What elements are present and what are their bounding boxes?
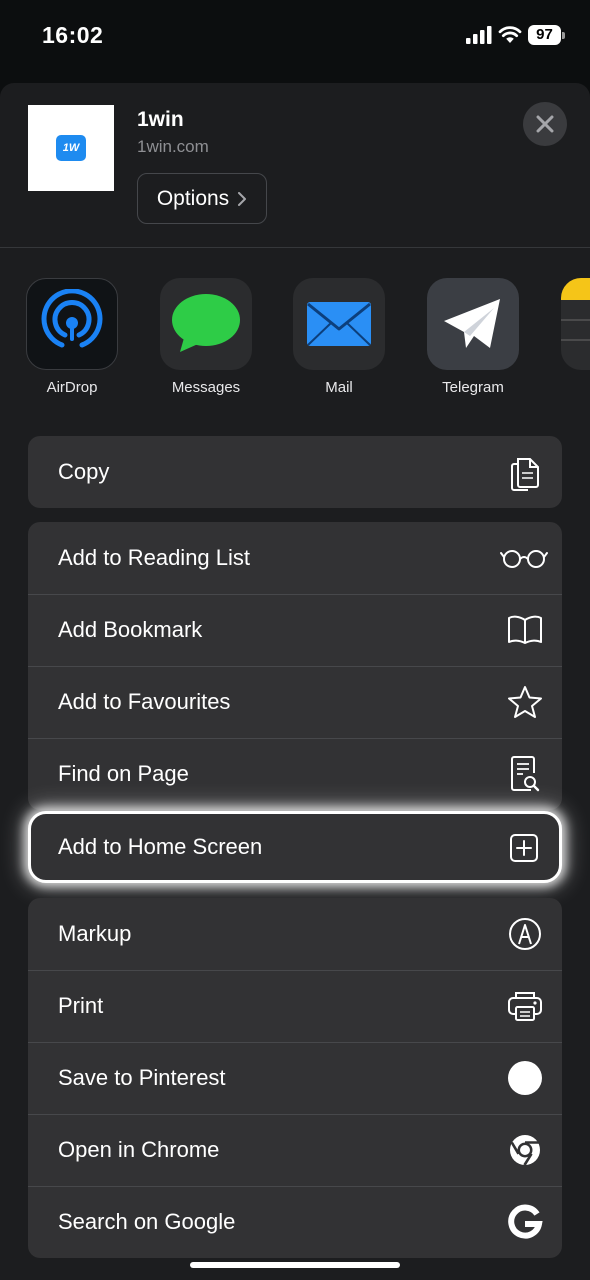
action-find-on-page[interactable]: Find on Page — [28, 738, 562, 810]
chrome-icon — [506, 1132, 544, 1168]
action-group-more: Markup Print Save to Pinterest Open in C… — [28, 898, 562, 1258]
action-label: Add to Home Screen — [58, 834, 263, 859]
star-icon — [506, 684, 544, 720]
printer-icon — [506, 988, 544, 1024]
telegram-icon — [427, 278, 519, 370]
status-bar: 16:02 97 — [0, 0, 590, 80]
plus-square-icon — [505, 830, 543, 866]
site-name: 1win — [137, 108, 184, 131]
app-label-mail: Mail — [325, 379, 353, 396]
app-messages[interactable]: Messages — [160, 278, 252, 396]
app-telegram[interactable]: Telegram — [427, 278, 519, 396]
action-label: Add Bookmark — [58, 617, 203, 642]
action-add-to-favourites[interactable]: Add to Favourites — [28, 666, 562, 738]
action-group-page: Add to Reading List Add Bookmark Add to … — [28, 522, 562, 810]
options-label: Options — [156, 186, 230, 210]
action-markup[interactable]: Markup — [28, 898, 562, 970]
action-print[interactable]: Print — [28, 970, 562, 1042]
app-label-messages: Messages — [171, 379, 241, 396]
action-copy[interactable]: Copy — [28, 436, 562, 508]
status-time: 16:02 — [42, 22, 104, 48]
copy-icon — [506, 454, 544, 491]
site-thumbnail: 1W — [28, 105, 114, 191]
site-logo: 1W — [56, 135, 86, 161]
battery-level: 97 — [528, 25, 561, 45]
find-icon — [506, 756, 544, 792]
action-save-to-pinterest[interactable]: Save to Pinterest — [28, 1042, 562, 1114]
site-url: 1win.com — [137, 137, 209, 156]
action-label: Print — [58, 993, 104, 1018]
google-icon — [506, 1204, 544, 1240]
action-label: Search on Google — [58, 1209, 236, 1234]
action-label: Find on Page — [58, 761, 189, 786]
action-label: Save to Pinterest — [58, 1065, 226, 1090]
app-label-notes: N — [561, 379, 590, 396]
app-mail[interactable]: Mail — [293, 278, 385, 396]
wifi-icon — [498, 26, 522, 43]
share-sheet: 1W 1win 1win.com Options AirDrop Message… — [0, 83, 590, 1280]
cellular-signal-icon — [466, 26, 492, 44]
action-open-in-chrome[interactable]: Open in Chrome — [28, 1114, 562, 1186]
battery-icon: 97 — [528, 25, 565, 45]
close-button[interactable] — [523, 102, 567, 146]
markup-icon — [506, 916, 544, 952]
glasses-icon — [500, 540, 548, 576]
book-icon — [506, 612, 544, 648]
action-add-to-reading-list[interactable]: Add to Reading List — [28, 522, 562, 594]
airdrop-icon — [26, 278, 118, 370]
app-airdrop[interactable]: AirDrop — [26, 278, 118, 396]
action-label: Copy — [58, 459, 110, 484]
messages-icon — [160, 278, 252, 370]
home-indicator[interactable] — [190, 1262, 400, 1268]
action-search-on-google[interactable]: Search on Google — [28, 1186, 562, 1258]
app-label-airdrop: AirDrop — [46, 379, 98, 396]
app-notes[interactable]: N — [561, 278, 590, 396]
app-label-telegram: Telegram — [442, 379, 504, 396]
mail-icon — [293, 278, 385, 370]
action-label: Open in Chrome — [58, 1137, 220, 1162]
action-label: Add to Favourites — [58, 689, 231, 714]
options-button[interactable]: Options — [137, 173, 267, 224]
action-add-to-home-screen[interactable]: Add to Home Screen — [28, 811, 562, 883]
close-icon — [536, 115, 554, 133]
action-label: Markup — [58, 921, 132, 946]
pinterest-icon — [506, 1060, 544, 1096]
action-label: Add to Reading List — [58, 545, 251, 570]
share-header: 1W 1win 1win.com Options — [0, 83, 590, 248]
share-apps-row: AirDrop Messages Mail Telegram — [0, 278, 590, 408]
notes-icon — [561, 278, 590, 370]
chevron-right-icon — [238, 191, 247, 206]
action-add-bookmark[interactable]: Add Bookmark — [28, 594, 562, 666]
action-group-copy: Copy — [28, 436, 562, 508]
